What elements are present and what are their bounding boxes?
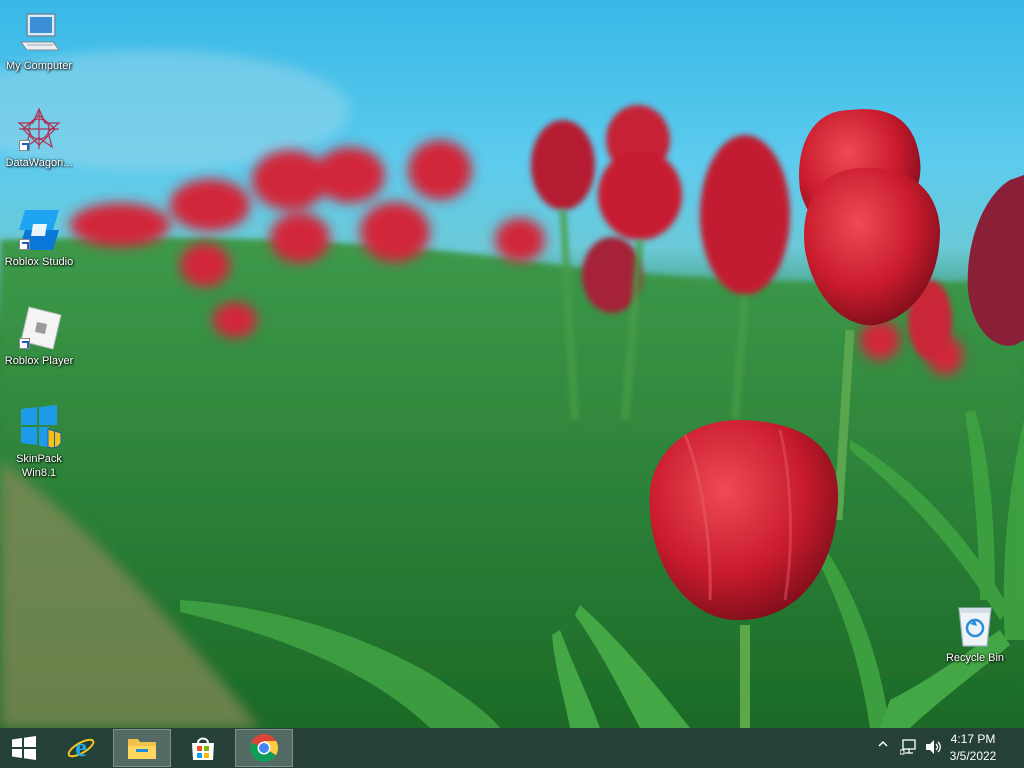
computer-icon [15,10,63,56]
desktop-icon-skinpack[interactable]: SkinPack Win8.1 [0,403,78,480]
desktop-icon-label: Roblox Player [4,355,74,367]
desktop-icon-label: DataWagon... [5,157,73,169]
desktop-icon-my-computer[interactable]: My Computer [0,10,78,73]
shortcut-arrow-icon [19,239,30,250]
start-button[interactable] [0,729,48,767]
desktop-icon-datawagon[interactable]: DataWagon... [0,107,78,170]
windows-logo-icon [12,736,36,760]
desktop-icon-recycle-bin[interactable]: Recycle Bin [936,602,1014,665]
skinpack-icon [15,403,63,449]
desktop-icon-roblox-studio[interactable]: Roblox Studio [0,206,78,269]
taskbar-internet-explorer[interactable]: e [52,729,110,767]
clock-time: 4:17 PM [950,732,996,746]
shortcut-arrow-icon [19,140,30,151]
desktop-icon-roblox-player[interactable]: Roblox Player [0,305,78,368]
show-hidden-icons-chevron-icon[interactable] [877,738,889,753]
taskbar-store[interactable] [174,729,232,767]
datawagon-icon [15,107,63,153]
desktop-icon-label: Roblox Studio [4,256,74,268]
desktop-icon-label: SkinPack Win8.1 [16,453,62,479]
desktop-icon-label: Recycle Bin [945,652,1005,664]
svg-text:e: e [75,733,87,762]
taskbar-clock[interactable]: 4:17 PM 3/5/2022 [944,731,1002,765]
taskbar-chrome[interactable] [235,729,293,767]
ie-icon: e [67,733,95,762]
clock-date: 3/5/2022 [949,749,997,763]
store-icon [192,737,214,760]
desktop-icon-label: My Computer [5,60,73,72]
taskbar: e 4:17 PM 3/5/2022 [0,728,1024,768]
volume-icon[interactable] [925,739,943,758]
desktop-wallpaper [0,0,1024,728]
taskbar-file-explorer[interactable] [113,729,171,767]
folder-icon [128,739,156,759]
shortcut-arrow-icon [19,338,30,349]
roblox-player-icon [15,305,63,351]
chrome-icon [250,734,278,762]
recycle-bin-icon [951,602,999,648]
network-icon[interactable] [899,739,918,758]
roblox-studio-icon [15,206,63,252]
